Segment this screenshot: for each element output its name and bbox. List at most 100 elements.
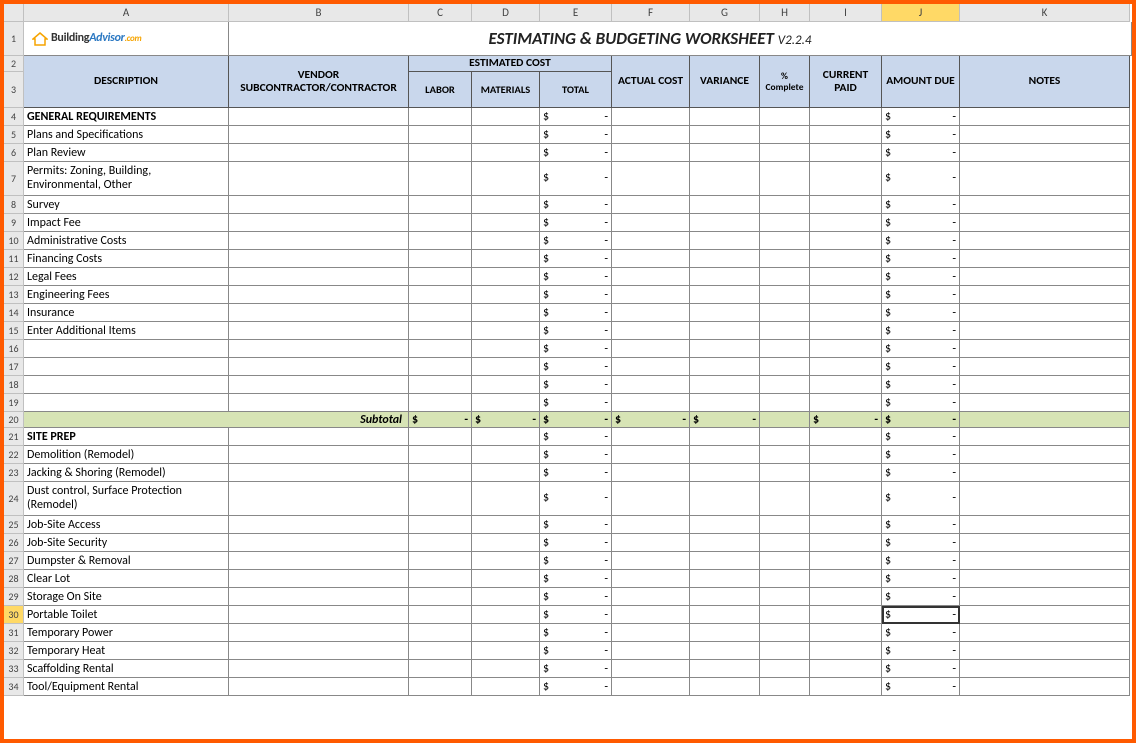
cell-C[interactable] (409, 678, 472, 696)
description-cell[interactable]: Jacking & Shoring (Remodel) (24, 464, 229, 482)
cell-E[interactable]: $- (540, 660, 612, 678)
description-cell[interactable] (24, 358, 229, 376)
cell-H[interactable] (760, 624, 810, 642)
row-number-23[interactable]: 23 (4, 464, 24, 482)
column-header-I[interactable]: I (810, 4, 882, 22)
cell-H[interactable] (760, 144, 810, 162)
cell-C[interactable] (409, 376, 472, 394)
cell-H[interactable] (760, 108, 810, 126)
cell-B[interactable] (229, 196, 409, 214)
cell-J[interactable]: $- (882, 394, 960, 412)
column-header-F[interactable]: F (612, 4, 690, 22)
cell-C[interactable] (409, 322, 472, 340)
cell-B[interactable] (229, 232, 409, 250)
row-number-8[interactable]: 8 (4, 196, 24, 214)
cell-H[interactable] (760, 268, 810, 286)
row-number-11[interactable]: 11 (4, 250, 24, 268)
cell-H[interactable] (760, 678, 810, 696)
description-cell[interactable]: Dust control, Surface Protection (Remode… (24, 482, 229, 516)
cell-F[interactable] (612, 482, 690, 516)
cell-I[interactable] (810, 482, 882, 516)
cell-K[interactable] (960, 250, 1130, 268)
row-number-29[interactable]: 29 (4, 588, 24, 606)
cell-B[interactable] (229, 642, 409, 660)
cell-H[interactable] (760, 642, 810, 660)
cell-H[interactable] (760, 322, 810, 340)
row-number-20[interactable]: 20 (4, 412, 24, 428)
cell-C[interactable] (409, 588, 472, 606)
cell-C[interactable] (409, 660, 472, 678)
cell-K[interactable] (960, 446, 1130, 464)
cell-D[interactable] (472, 588, 540, 606)
row-number-17[interactable]: 17 (4, 358, 24, 376)
cell-E[interactable]: $- (540, 196, 612, 214)
cell-C[interactable] (409, 642, 472, 660)
cell-B[interactable] (229, 588, 409, 606)
row-number-30[interactable]: 30 (4, 606, 24, 624)
cell-F[interactable] (612, 642, 690, 660)
column-header-B[interactable]: B (229, 4, 409, 22)
cell-J[interactable]: $- (882, 358, 960, 376)
cell-G[interactable] (690, 250, 760, 268)
description-cell[interactable] (24, 376, 229, 394)
row-number-34[interactable]: 34 (4, 678, 24, 696)
cell-I[interactable] (810, 642, 882, 660)
cell-B[interactable] (229, 108, 409, 126)
cell-D[interactable] (472, 606, 540, 624)
cell-B[interactable] (229, 286, 409, 304)
column-header-C[interactable]: C (409, 4, 472, 22)
cell-H[interactable] (760, 534, 810, 552)
description-cell[interactable]: Scaffolding Rental (24, 660, 229, 678)
cell-E[interactable]: $- (540, 232, 612, 250)
cell-I[interactable] (810, 162, 882, 196)
description-cell[interactable]: Job-Site Access (24, 516, 229, 534)
description-cell[interactable] (24, 394, 229, 412)
row-number-5[interactable]: 5 (4, 126, 24, 144)
cell-I[interactable] (810, 660, 882, 678)
cell-E[interactable]: $- (540, 394, 612, 412)
cell-G[interactable] (690, 660, 760, 678)
cell-K[interactable] (960, 516, 1130, 534)
row-number-26[interactable]: 26 (4, 534, 24, 552)
cell-H[interactable] (760, 428, 810, 446)
cell-D[interactable] (472, 624, 540, 642)
cell-I[interactable] (810, 286, 882, 304)
cell-G[interactable] (690, 144, 760, 162)
cell-C[interactable] (409, 162, 472, 196)
cell-I[interactable] (810, 196, 882, 214)
cell-I[interactable] (810, 394, 882, 412)
cell-G[interactable] (690, 268, 760, 286)
cell-K[interactable] (960, 108, 1130, 126)
cell-J[interactable]: $- (882, 642, 960, 660)
cell-F[interactable] (612, 322, 690, 340)
cell-K[interactable] (960, 534, 1130, 552)
cell-F[interactable] (612, 678, 690, 696)
subtotal-F[interactable]: $- (612, 412, 690, 428)
cell-J[interactable]: $- (882, 144, 960, 162)
cell-J[interactable]: $- (882, 624, 960, 642)
cell-C[interactable] (409, 268, 472, 286)
cell-D[interactable] (472, 340, 540, 358)
cell-H[interactable] (760, 358, 810, 376)
cell-I[interactable] (810, 268, 882, 286)
cell-J[interactable]: $- (882, 534, 960, 552)
cell-J[interactable]: $- (882, 304, 960, 322)
cell-B[interactable] (229, 304, 409, 322)
cell-B[interactable] (229, 162, 409, 196)
cell-F[interactable] (612, 570, 690, 588)
cell-F[interactable] (612, 268, 690, 286)
cell-D[interactable] (472, 268, 540, 286)
row-number-32[interactable]: 32 (4, 642, 24, 660)
cell-G[interactable] (690, 570, 760, 588)
row-number-6[interactable]: 6 (4, 144, 24, 162)
cell-B[interactable] (229, 660, 409, 678)
cell-H[interactable] (760, 196, 810, 214)
cell-G[interactable] (690, 394, 760, 412)
cell-K[interactable] (960, 394, 1130, 412)
cell-K[interactable] (960, 482, 1130, 516)
description-cell[interactable]: Dumpster & Removal (24, 552, 229, 570)
cell-E[interactable]: $- (540, 516, 612, 534)
cell-E[interactable]: $- (540, 144, 612, 162)
cell-J[interactable]: $- (882, 464, 960, 482)
cell-C[interactable] (409, 340, 472, 358)
